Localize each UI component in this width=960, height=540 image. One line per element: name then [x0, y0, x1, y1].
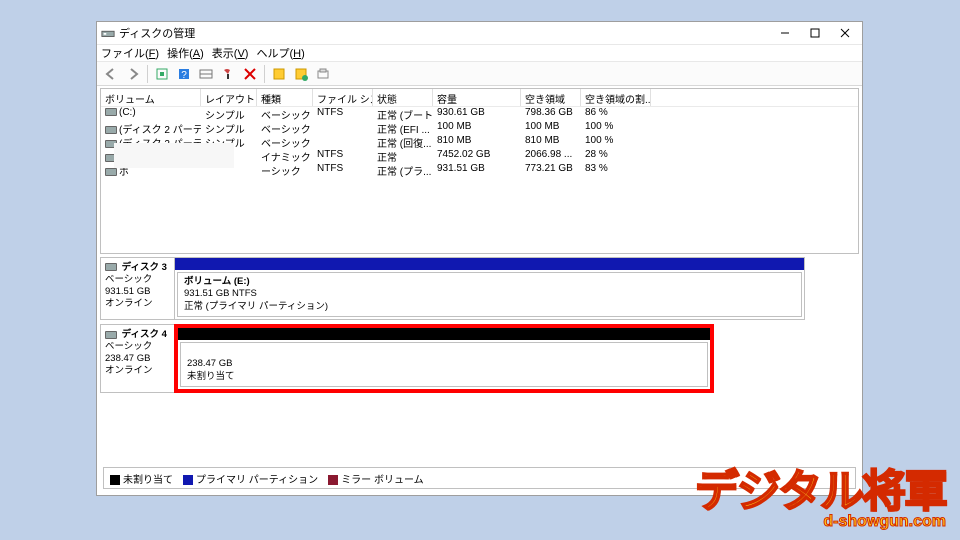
- toolbar-button-6[interactable]: [269, 64, 289, 84]
- back-button[interactable]: [101, 64, 121, 84]
- toolbar-settings-icon[interactable]: [218, 64, 238, 84]
- legend: 未割り当て プライマリ パーティション ミラー ボリューム: [103, 467, 856, 489]
- titlebar[interactable]: ディスクの管理: [97, 22, 862, 44]
- volume-list-pane[interactable]: ボリューム レイアウト 種類 ファイル システム 状態 容量 空き領域 空き領域…: [100, 88, 859, 254]
- menu-file[interactable]: ファイル(F): [101, 45, 159, 61]
- delete-icon[interactable]: [240, 64, 260, 84]
- window-title: ディスクの管理: [119, 25, 770, 41]
- svg-text:?: ?: [181, 70, 187, 81]
- toolbar-button-7[interactable]: [291, 64, 311, 84]
- redaction-mask: [114, 143, 234, 168]
- minimize-button[interactable]: [770, 23, 800, 43]
- menu-help[interactable]: ヘルプ(H): [256, 45, 304, 61]
- disk4-highlight: 238.47 GB 未割り当て: [174, 324, 714, 393]
- toolbar-button-1[interactable]: [152, 64, 172, 84]
- disk4-partition[interactable]: 238.47 GB 未割り当て: [180, 342, 708, 387]
- graphical-view: ディスク 3 ベーシック 931.51 GB オンライン ボリューム (E:) …: [100, 257, 859, 492]
- disk-icon: [105, 331, 117, 339]
- disk-management-window: ディスクの管理 ファイル(F) 操作(A) 表示(V) ヘルプ(H) ? ボリュ…: [96, 21, 863, 496]
- maximize-button[interactable]: [800, 23, 830, 43]
- disk3-partition[interactable]: ボリューム (E:) 931.51 GB NTFS 正常 (プライマリ パーティ…: [177, 272, 802, 317]
- menu-view[interactable]: 表示(V): [212, 45, 249, 61]
- col-capacity[interactable]: 容量: [433, 89, 521, 106]
- col-layout[interactable]: レイアウト: [201, 89, 257, 106]
- toolbar-button-3[interactable]: [196, 64, 216, 84]
- close-button[interactable]: [830, 23, 860, 43]
- disk3-info: ディスク 3 ベーシック 931.51 GB オンライン: [101, 258, 175, 319]
- forward-button[interactable]: [123, 64, 143, 84]
- toolbar-button-8[interactable]: [313, 64, 333, 84]
- volume-row[interactable]: (C:)シンプルベーシックNTFS正常 (ブート...930.61 GB798.…: [101, 107, 858, 121]
- col-status[interactable]: 状態: [373, 89, 433, 106]
- col-volume[interactable]: ボリューム: [101, 89, 201, 106]
- col-free[interactable]: 空き領域: [521, 89, 581, 106]
- volume-list-header[interactable]: ボリューム レイアウト 種類 ファイル システム 状態 容量 空き領域 空き領域…: [101, 89, 858, 107]
- legend-primary: プライマリ パーティション: [183, 471, 318, 486]
- help-icon[interactable]: ?: [174, 64, 194, 84]
- volume-row[interactable]: (ディスク 2 パーティシ...シンプルベーシック正常 (EFI ...100 …: [101, 121, 858, 135]
- app-icon: [101, 26, 115, 40]
- disk4-partition-bar: [178, 328, 710, 340]
- disk3-pane[interactable]: ディスク 3 ベーシック 931.51 GB オンライン ボリューム (E:) …: [100, 257, 805, 320]
- menu-action[interactable]: 操作(A): [167, 45, 204, 61]
- disk-icon: [105, 263, 117, 271]
- col-freepct[interactable]: 空き領域の割...: [581, 89, 651, 106]
- disk4-info: ディスク 4 ベーシック 238.47 GB オンライン: [100, 324, 174, 393]
- legend-mirror: ミラー ボリューム: [328, 471, 423, 486]
- legend-unallocated: 未割り当て: [110, 471, 173, 486]
- menubar: ファイル(F) 操作(A) 表示(V) ヘルプ(H): [97, 44, 862, 62]
- disk3-partition-bar: [175, 258, 804, 270]
- col-type[interactable]: 種類: [257, 89, 313, 106]
- toolbar: ?: [97, 62, 862, 86]
- col-fs[interactable]: ファイル システム: [313, 89, 373, 106]
